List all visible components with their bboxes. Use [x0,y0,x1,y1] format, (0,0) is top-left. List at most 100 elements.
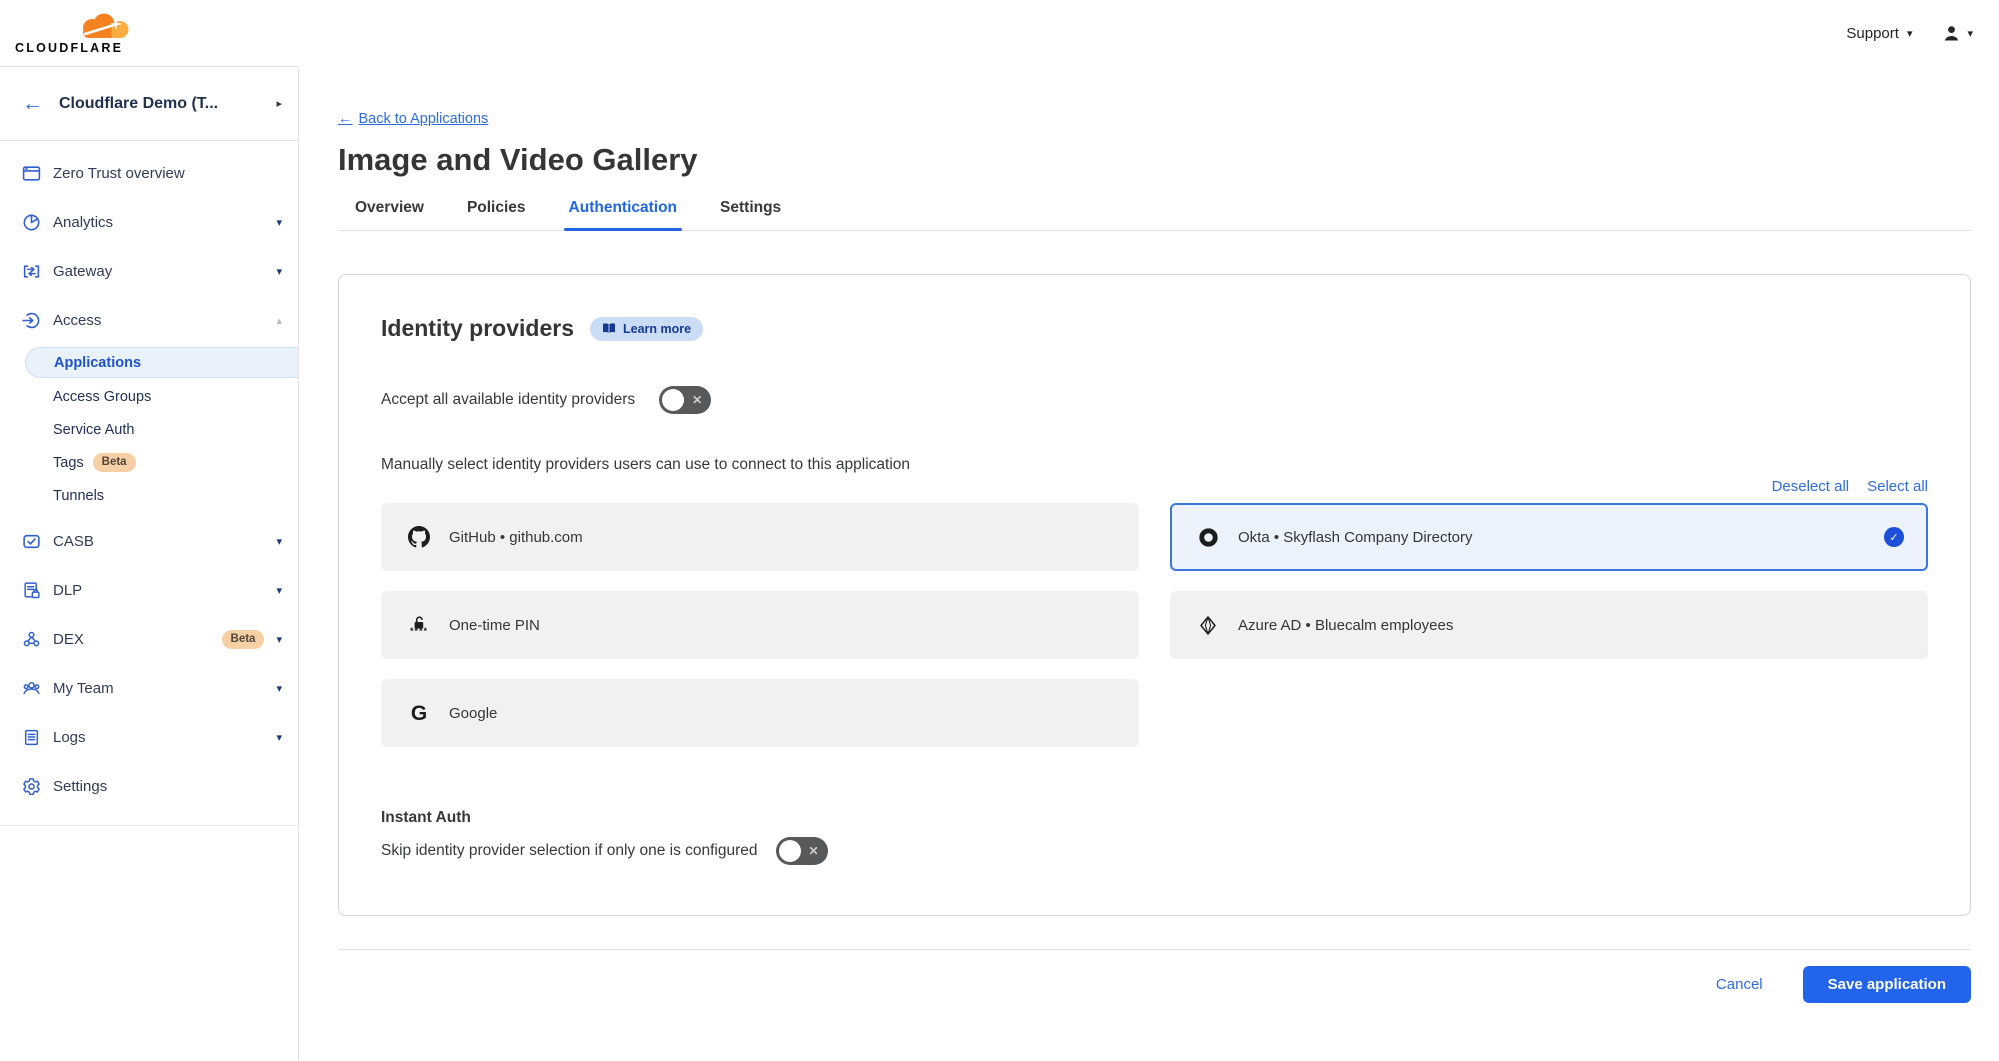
sidebar-item-label: Access [53,312,276,329]
toggle-off-x-icon: ✕ [692,393,702,407]
sidebar-item-service-auth[interactable]: Service Auth [0,413,298,446]
sidebar-item-label: Logs [53,729,276,746]
sidebar-item-label: Zero Trust overview [53,165,282,182]
cancel-button[interactable]: Cancel [1716,976,1763,993]
deselect-all-link[interactable]: Deselect all [1772,478,1850,495]
select-all-link[interactable]: Select all [1867,478,1928,495]
access-subnav: Applications Access Groups Service Auth … [0,347,298,512]
footer-divider [338,949,1971,950]
user-icon [1942,24,1961,42]
sidebar-item-label: Analytics [53,214,276,231]
footer-actions: Cancel Save application [338,966,1971,1003]
learn-more-badge[interactable]: Learn more [590,317,703,341]
provider-tile-okta[interactable]: Okta • Skyflash Company Directory ✓ [1170,503,1928,571]
cloudflare-cloud-icon [75,13,133,41]
instant-auth-toggle[interactable]: ✕ [776,837,828,865]
sidebar-item-label: Settings [53,778,282,795]
manual-select-text: Manually select identity providers users… [381,456,1928,474]
back-to-applications-link[interactable]: ← Back to Applications [338,111,488,127]
chevron-down-icon: ▾ [276,584,282,597]
chevron-right-icon: ▸ [276,97,282,110]
sidebar-item-tags[interactable]: Tags Beta [0,446,298,479]
github-icon [407,526,431,548]
provider-tile-github[interactable]: GitHub • github.com [381,503,1139,571]
topbar: CLOUDFLARE Support ▾ ▾ [0,0,1999,66]
one-time-pin-lock-icon: **** [407,616,431,634]
accept-all-label: Accept all available identity providers [381,391,635,409]
sidebar-item-casb[interactable]: CASB ▾ [0,517,298,566]
sidebar-item-dex[interactable]: DEX Beta ▾ [0,615,298,664]
card-heading: Identity providers [381,315,574,342]
sidebar-item-access-groups[interactable]: Access Groups [0,380,298,413]
instant-auth-heading: Instant Auth [381,809,1928,827]
sidebar-item-my-team[interactable]: My Team ▾ [0,664,298,713]
sidebar-item-applications[interactable]: Applications [25,347,298,378]
network-nodes-icon [22,630,41,649]
tab-bar: Overview Policies Authentication Setting… [338,199,1971,231]
sidebar-item-zero-trust-overview[interactable]: Zero Trust overview [0,149,298,198]
chevron-up-icon: ▴ [276,314,282,327]
sidebar-subitem-label: Applications [54,355,141,371]
cloudflare-logo[interactable]: CLOUDFLARE [15,8,143,58]
sidebar-item-access[interactable]: Access ▴ [0,296,298,345]
sidebar-item-label: Gateway [53,263,276,280]
gateway-icon [22,262,41,281]
people-icon [22,679,41,698]
sidebar-item-dlp[interactable]: DLP ▾ [0,566,298,615]
identity-providers-card: Identity providers Learn more Accept all… [338,274,1971,916]
chevron-down-icon: ▾ [1907,27,1913,40]
sidebar-subitem-label: Tags [53,455,84,471]
cloudflare-wordmark: CLOUDFLARE [15,41,123,55]
provider-name: GitHub • github.com [449,529,583,546]
save-application-button[interactable]: Save application [1803,966,1971,1003]
log-document-icon [22,728,41,747]
sidebar-item-label: CASB [53,533,276,550]
gear-icon [22,777,41,796]
provider-tile-azure-ad[interactable]: Azure AD • Bluecalm employees [1170,591,1928,659]
learn-more-label: Learn more [623,322,691,336]
chevron-down-icon: ▾ [276,731,282,744]
sidebar-item-gateway[interactable]: Gateway ▾ [0,247,298,296]
sidebar-item-settings[interactable]: Settings [0,762,298,811]
sidebar-subitem-label: Tunnels [53,488,104,504]
back-arrow-icon[interactable]: ← [22,93,43,114]
provider-name: Azure AD • Bluecalm employees [1238,617,1453,634]
toggle-knob [662,389,684,411]
account-switcher[interactable]: ← Cloudflare Demo (T... ▸ [0,67,298,141]
pin-mask-text: **** [410,629,428,634]
page-title: Image and Video Gallery [338,142,1971,178]
user-menu[interactable]: ▾ [1942,24,1973,42]
window-icon [22,164,41,183]
sidebar-item-tunnels[interactable]: Tunnels [0,479,298,512]
toggle-off-x-icon: ✕ [808,844,818,858]
back-link-label: Back to Applications [359,111,489,127]
pie-chart-icon [22,213,41,232]
sidebar-item-logs[interactable]: Logs ▾ [0,713,298,762]
accept-all-toggle[interactable]: ✕ [659,386,711,414]
provider-name: Okta • Skyflash Company Directory [1238,529,1473,546]
provider-tile-google[interactable]: G Google [381,679,1139,747]
chevron-down-icon: ▾ [276,265,282,278]
sidebar-item-analytics[interactable]: Analytics ▾ [0,198,298,247]
login-arrow-icon [22,311,41,330]
beta-badge: Beta [93,453,136,472]
tab-authentication[interactable]: Authentication [569,199,678,230]
support-label: Support [1846,25,1899,42]
tab-overview[interactable]: Overview [355,199,424,230]
provider-grid: GitHub • github.com Okta • Skyflash Comp… [381,503,1928,747]
beta-badge: Beta [222,630,265,649]
selected-check-icon: ✓ [1884,527,1904,547]
instant-auth-label: Skip identity provider selection if only… [381,842,758,860]
sidebar-divider [0,825,298,826]
provider-name: One-time PIN [449,617,540,634]
shield-check-icon [22,532,41,551]
provider-tile-one-time-pin[interactable]: **** One-time PIN [381,591,1139,659]
tab-settings[interactable]: Settings [720,199,781,230]
chevron-down-icon: ▾ [276,633,282,646]
tab-policies[interactable]: Policies [467,199,526,230]
chevron-down-icon: ▾ [276,535,282,548]
chevron-down-icon: ▾ [276,682,282,695]
book-icon [602,322,616,335]
support-menu[interactable]: Support ▾ [1846,25,1912,42]
provider-name: Google [449,705,497,722]
